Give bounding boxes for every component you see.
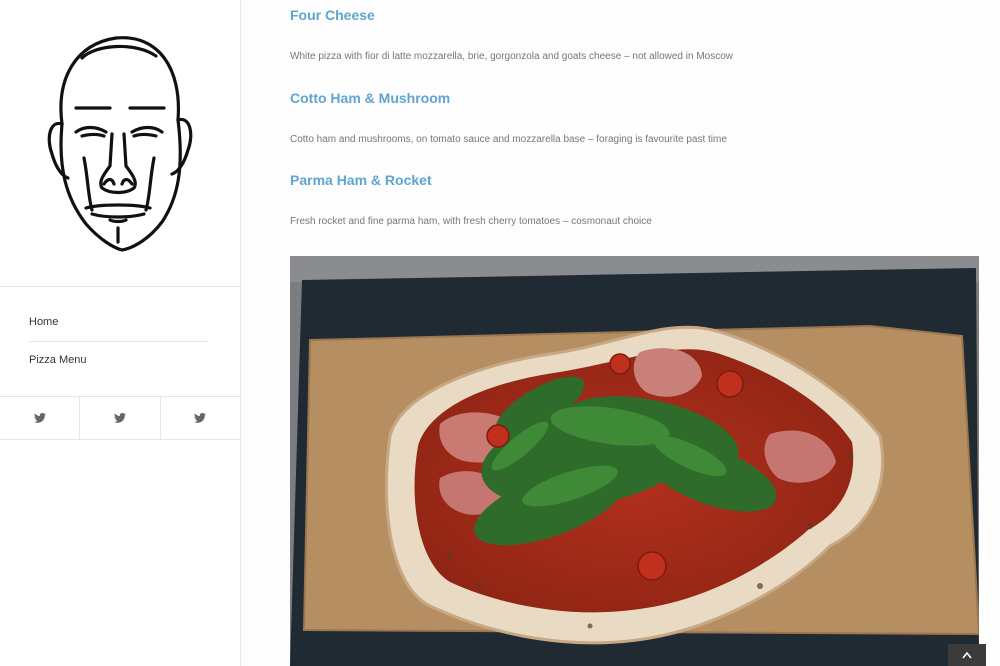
twitter-icon [33,413,46,423]
pizza-photo [290,256,979,666]
pizza-photo-image [290,256,979,666]
menu-item-description: White pizza with fior di latte mozzarell… [290,51,734,62]
social-link-twitter-1[interactable] [0,397,81,439]
social-links [0,396,240,440]
menu-item-title: Cotto Ham & Mushroom [290,90,451,106]
twitter-icon [194,413,207,423]
menu-item-title: Four Cheese [290,7,375,23]
social-link-twitter-2[interactable] [80,397,161,439]
sidebar-divider [0,286,240,287]
menu-item-title: Parma Ham & Rocket [290,172,432,188]
scroll-to-top-button[interactable] [948,644,986,666]
nav-divider [29,341,209,342]
twitter-icon [113,413,126,423]
nav-item-home[interactable]: Home [29,316,58,328]
sidebar: Home Pizza Menu [0,0,241,666]
site-logo[interactable] [26,28,210,258]
nav-item-pizza-menu[interactable]: Pizza Menu [29,354,86,366]
face-logo-icon [47,36,193,252]
chevron-up-icon [962,651,972,659]
menu-item-description: Fresh rocket and fine parma ham, with fr… [290,216,652,227]
social-link-twitter-3[interactable] [161,397,240,439]
menu-item-description: Cotto ham and mushrooms, on tomato sauce… [290,134,727,145]
